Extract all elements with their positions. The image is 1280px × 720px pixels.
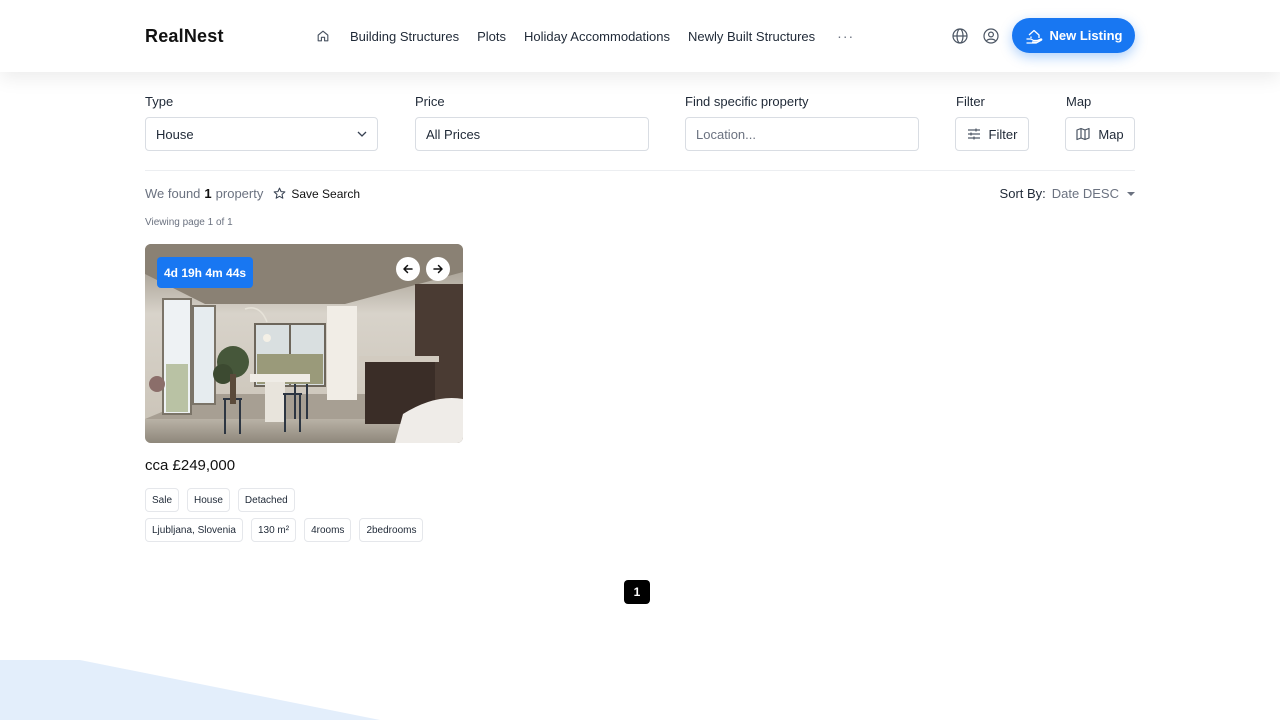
- house-hand-icon: [1026, 29, 1042, 44]
- price-select-value: All Prices: [426, 126, 481, 142]
- logo[interactable]: RealNest: [145, 26, 224, 47]
- home-icon[interactable]: [316, 28, 332, 44]
- tag-area: 130 m²: [250, 518, 297, 542]
- location-field-box: [685, 117, 919, 151]
- star-icon: [273, 187, 286, 199]
- found-suffix: property: [215, 186, 264, 201]
- type-label: Type: [145, 94, 174, 109]
- pagination-page-button[interactable]: 1: [624, 580, 650, 604]
- top-navigation-bar: RealNest Building Structures Plots Holid…: [0, 0, 1280, 72]
- new-listing-button[interactable]: New Listing: [1012, 18, 1135, 53]
- tag-house: House: [187, 488, 230, 512]
- nav-plots[interactable]: Plots: [477, 29, 506, 44]
- map-label: Map: [1066, 94, 1092, 109]
- type-select-value: House: [156, 126, 194, 142]
- page-info: Viewing page 1 of 1: [145, 217, 233, 228]
- price-select[interactable]: All Prices: [415, 117, 649, 151]
- next-image-button[interactable]: [426, 257, 450, 281]
- arrow-left-icon: [403, 264, 413, 274]
- tag-rooms: 4rooms: [304, 518, 352, 542]
- map-button-label: Map: [1098, 126, 1124, 142]
- listing-tags-details: Ljubljana, Slovenia 130 m² 4rooms 2bedro…: [145, 518, 431, 542]
- more-menu-icon[interactable]: ···: [837, 28, 854, 44]
- filter-button[interactable]: Filter: [955, 117, 1029, 151]
- caret-down-icon: [1127, 191, 1135, 196]
- filter-button-label: Filter: [988, 126, 1018, 142]
- found-prefix: We found: [145, 186, 201, 201]
- nav-building-structures[interactable]: Building Structures: [350, 29, 459, 44]
- find-property-label: Find specific property: [685, 94, 809, 109]
- sort-label: Sort By:: [999, 186, 1046, 201]
- arrow-right-icon: [433, 264, 443, 274]
- nav-newly-built-structures[interactable]: Newly Built Structures: [688, 29, 815, 44]
- sort-value: Date DESC: [1051, 186, 1119, 201]
- tag-detached: Detached: [237, 488, 295, 512]
- listing-price[interactable]: cca £249,000: [145, 457, 235, 474]
- tag-sale: Sale: [145, 488, 180, 512]
- location-input[interactable]: [696, 126, 908, 142]
- save-search-label: Save Search: [291, 186, 361, 201]
- chevron-down-icon: [357, 131, 367, 137]
- sliders-icon: [967, 128, 980, 140]
- nav-holiday-accommodations[interactable]: Holiday Accommodations: [524, 29, 670, 44]
- tag-bedrooms: 2bedrooms: [359, 518, 424, 542]
- divider: [145, 170, 1135, 171]
- save-search-button[interactable]: Save Search: [267, 187, 360, 201]
- globe-icon[interactable]: [951, 27, 969, 45]
- price-label: Price: [415, 94, 445, 109]
- listing-tags-primary: Sale House Detached: [145, 488, 303, 512]
- previous-image-button[interactable]: [396, 257, 420, 281]
- type-select[interactable]: House: [145, 117, 378, 151]
- new-listing-label: New Listing: [1049, 28, 1123, 43]
- filter-label: Filter: [956, 94, 985, 109]
- sort-dropdown[interactable]: Sort By: Date DESC: [1000, 186, 1135, 201]
- results-count: 1: [204, 186, 212, 201]
- map-button[interactable]: Map: [1065, 117, 1135, 151]
- countdown-badge: 4d 19h 4m 44s: [157, 257, 254, 288]
- main-nav: Building Structures Plots Holiday Accomm…: [316, 24, 854, 48]
- tag-location: Ljubljana, Slovenia: [145, 518, 243, 542]
- results-summary: We found 1 property Save Search: [145, 186, 360, 201]
- background-decoration: [0, 660, 380, 720]
- user-account-icon[interactable]: [982, 27, 1000, 45]
- map-icon: [1076, 127, 1090, 141]
